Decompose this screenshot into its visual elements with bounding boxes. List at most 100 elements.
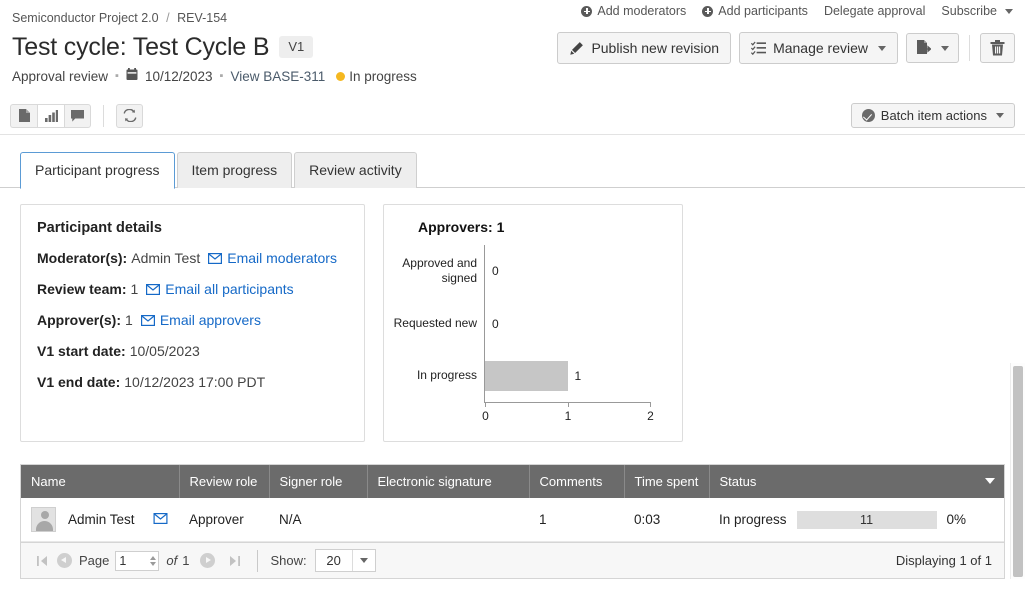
chart-bar-icon[interactable] bbox=[37, 103, 64, 128]
envelope-icon bbox=[146, 283, 161, 295]
chart-x-tick: 1 bbox=[565, 402, 571, 423]
manage-review-button[interactable]: Manage review bbox=[739, 32, 898, 64]
email-approvers-link[interactable]: Email approvers bbox=[140, 311, 261, 329]
view-base-link[interactable]: View BASE-311 bbox=[230, 69, 325, 84]
export-button[interactable] bbox=[906, 33, 959, 63]
vertical-scrollbar[interactable] bbox=[1010, 363, 1025, 579]
detail-label: Approver(s): bbox=[37, 312, 122, 328]
next-page-button[interactable] bbox=[196, 550, 218, 572]
page-label: Page bbox=[79, 553, 110, 568]
plus-circle-icon bbox=[702, 5, 714, 17]
total-pages: 1 bbox=[182, 553, 190, 568]
summary-panels: Participant details Moderator(s): Admin … bbox=[10, 188, 1015, 442]
column-header-time-spent[interactable]: Time spent bbox=[624, 465, 710, 498]
add-moderators-link[interactable]: Add moderators bbox=[581, 4, 686, 18]
chart-body: Approved and signed 0 Requested new 0 In pro… bbox=[394, 241, 672, 433]
tab-bar: Participant progress Item progress Revie… bbox=[0, 135, 1025, 189]
version-badge: V1 bbox=[279, 36, 314, 58]
detail-label: Review team: bbox=[37, 281, 127, 297]
add-participants-link[interactable]: Add participants bbox=[702, 4, 808, 18]
first-page-button[interactable] bbox=[31, 550, 53, 572]
document-icon[interactable] bbox=[10, 103, 37, 128]
table-header-row: Name Review role Signer role Electronic … bbox=[21, 465, 1004, 498]
batch-item-actions-button[interactable]: Batch item actions bbox=[850, 103, 1015, 128]
column-header-status[interactable]: Status bbox=[709, 465, 1004, 498]
dot-separator: ▪ bbox=[219, 70, 224, 82]
comment-icon[interactable] bbox=[64, 103, 91, 128]
previous-page-button[interactable] bbox=[53, 550, 75, 572]
column-header-name[interactable]: Name bbox=[21, 465, 180, 498]
chevron-right-icon bbox=[199, 553, 215, 568]
email-all-participants-link[interactable]: Email all participants bbox=[146, 280, 294, 298]
publish-new-revision-button[interactable]: Publish new revision bbox=[557, 32, 732, 64]
trash-icon bbox=[990, 40, 1005, 56]
last-page-button[interactable] bbox=[223, 550, 245, 572]
page-size-select[interactable]: 20 bbox=[314, 549, 376, 572]
breadcrumb-item[interactable]: REV-154 bbox=[177, 11, 227, 25]
envelope-icon bbox=[140, 314, 155, 326]
detail-row-moderators: Moderator(s): Admin Test Email moderator… bbox=[37, 249, 348, 267]
chevron-left-icon bbox=[56, 553, 72, 568]
pager-divider bbox=[257, 549, 259, 572]
tab-content: Participant details Moderator(s): Admin … bbox=[0, 188, 1025, 579]
detail-label: Moderator(s): bbox=[37, 250, 128, 266]
cell-status: In progress 11 0% bbox=[709, 498, 1004, 542]
email-all-participants-label: Email all participants bbox=[165, 281, 294, 297]
chart-x-tick-label: 1 bbox=[564, 409, 572, 423]
detail-row-approvers: Approver(s): 1 Email approvers bbox=[37, 311, 348, 329]
detail-value: 10/12/2023 17:00 PDT bbox=[124, 374, 266, 390]
participant-details-panel: Participant details Moderator(s): Admin … bbox=[20, 204, 365, 442]
detail-row-review-team: Review team: 1 Email all participants bbox=[37, 280, 348, 298]
header-buttons: Publish new revision Manage review bbox=[557, 32, 1015, 64]
tab-item-progress[interactable]: Item progress bbox=[176, 152, 293, 188]
delegate-approval-link[interactable]: Delegate approval bbox=[824, 4, 925, 18]
detail-value: 10/05/2023 bbox=[129, 343, 200, 359]
tab-participant-progress[interactable]: Participant progress bbox=[20, 152, 175, 189]
cell-time-spent: 0:03 bbox=[624, 498, 709, 542]
plus-circle-icon bbox=[581, 5, 593, 17]
subscribe-label: Subscribe bbox=[941, 4, 997, 18]
email-approvers-label: Email approvers bbox=[159, 312, 261, 328]
tab-review-activity[interactable]: Review activity bbox=[294, 152, 417, 188]
add-participants-label: Add participants bbox=[718, 4, 808, 18]
scrollbar-thumb[interactable] bbox=[1013, 366, 1023, 577]
breadcrumb-project[interactable]: Semiconductor Project 2.0 bbox=[12, 11, 159, 25]
column-header-comments[interactable]: Comments bbox=[529, 465, 625, 498]
page-number-input[interactable] bbox=[115, 550, 160, 571]
table-row[interactable]: Admin Test Approver N/A 1 0:03 In progre… bbox=[21, 498, 1004, 542]
caret-down-icon bbox=[1005, 8, 1013, 14]
chart-x-tick-label: 2 bbox=[647, 409, 654, 423]
chart-x-tick: 0 bbox=[482, 402, 489, 423]
progress-percent: 0% bbox=[946, 512, 967, 527]
subscribe-link[interactable]: Subscribe bbox=[941, 4, 1013, 18]
chart-bar bbox=[485, 360, 568, 391]
column-header-electronic-signature[interactable]: Electronic signature bbox=[367, 465, 530, 498]
column-header-signer-role[interactable]: Signer role bbox=[269, 465, 368, 498]
email-moderators-label: Email moderators bbox=[227, 250, 337, 266]
tab-participant-progress-label: Participant progress bbox=[35, 162, 160, 178]
approvers-chart-panel: Approvers: 1 Approved and signed 0 Request… bbox=[383, 204, 683, 442]
add-moderators-label: Add moderators bbox=[597, 4, 687, 18]
detail-row-start-date: V1 start date: 10/05/2023 bbox=[37, 342, 348, 360]
detail-label: V1 start date: bbox=[37, 343, 126, 359]
review-type-link[interactable]: Approval review bbox=[12, 69, 108, 84]
delete-button[interactable] bbox=[980, 33, 1015, 63]
check-circle-icon bbox=[861, 109, 875, 122]
chart-bar-value: 0 bbox=[492, 316, 499, 331]
column-header-review-role[interactable]: Review role bbox=[179, 465, 270, 498]
progress-bar-label: 11 bbox=[860, 512, 874, 527]
envelope-icon[interactable] bbox=[153, 512, 168, 527]
chart-plot-area: Approved and signed 0 Requested new 0 In pro… bbox=[394, 245, 654, 423]
button-divider bbox=[969, 35, 970, 61]
email-moderators-link[interactable]: Email moderators bbox=[208, 249, 337, 267]
tab-review-activity-label: Review activity bbox=[309, 162, 402, 178]
displaying-count: Displaying 1 of 1 bbox=[895, 553, 992, 568]
refresh-icon[interactable] bbox=[116, 103, 143, 128]
caret-down-icon[interactable] bbox=[985, 478, 995, 484]
participants-table: Name Review role Signer role Electronic … bbox=[20, 464, 1005, 543]
dot-separator: ▪ bbox=[115, 70, 119, 82]
delegate-approval-label: Delegate approval bbox=[823, 4, 926, 18]
row-status: In progress bbox=[719, 512, 787, 527]
row-name: Admin Test bbox=[68, 512, 135, 527]
tab-item-progress-label: Item progress bbox=[191, 162, 278, 178]
